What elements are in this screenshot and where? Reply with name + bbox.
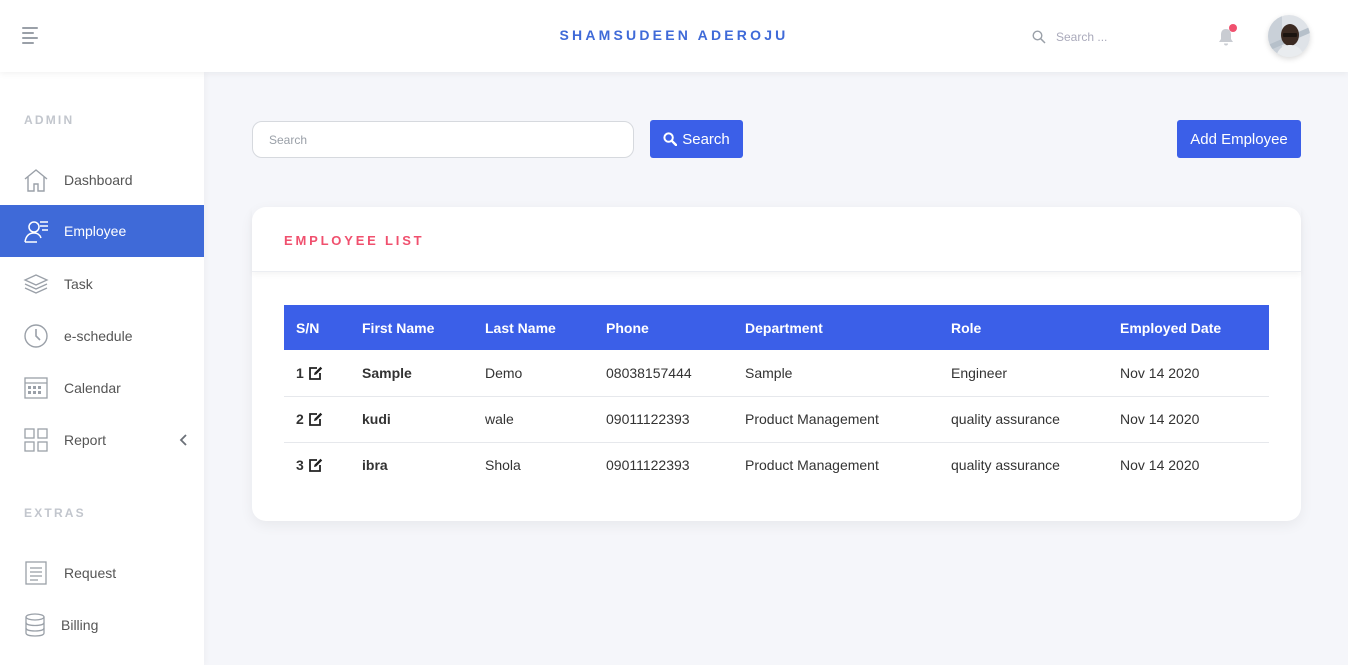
- add-employee-button[interactable]: Add Employee: [1177, 120, 1301, 158]
- department-cell: Product Management: [745, 457, 879, 474]
- chevron-left-icon[interactable]: [179, 434, 189, 446]
- sidebar-item-task[interactable]: Task: [0, 258, 204, 310]
- sidebar-item-request[interactable]: Request: [0, 547, 204, 599]
- column-header: Employed Date: [1120, 319, 1222, 336]
- column-header: S/N: [296, 319, 320, 336]
- serial-cell: 2: [284, 396, 350, 443]
- sidebar-item-label: Request: [64, 565, 117, 581]
- sidebar-item-dashboard[interactable]: Dashboard: [0, 154, 204, 206]
- clock-icon: [24, 324, 48, 348]
- employee-table: S/N First Name Last Name Phone Departmen…: [284, 305, 1269, 488]
- employee-icon: [24, 221, 48, 243]
- department-cell: Product Management: [733, 396, 939, 443]
- last-name-cell: Demo: [473, 350, 594, 397]
- first-name-cell: ibra: [362, 457, 388, 474]
- sidebar-item-billing[interactable]: Billing: [0, 599, 204, 651]
- last-name-cell: Shola: [485, 457, 521, 474]
- sidebar-item-label: Dashboard: [64, 172, 133, 188]
- employed-date-cell: Nov 14 2020: [1120, 457, 1200, 474]
- sidebar-item-label: Task: [64, 276, 93, 292]
- column-header: Phone: [606, 319, 649, 336]
- employed-date-cell: Nov 14 2020: [1108, 350, 1269, 397]
- sidebar-item-report[interactable]: Report: [0, 414, 204, 466]
- notification-dot: [1229, 24, 1237, 32]
- employed-date-cell: Nov 14 2020: [1108, 396, 1269, 443]
- layers-icon: [23, 274, 49, 294]
- sidebar-heading-extras: EXTRAS: [24, 506, 86, 520]
- edit-icon[interactable]: [308, 412, 323, 426]
- card-header: EMPLOYEE LIST: [252, 207, 1301, 272]
- serial-number: 2: [296, 411, 304, 427]
- avatar[interactable]: [1268, 15, 1310, 57]
- phone-cell: 09011122393: [594, 396, 733, 443]
- sidebar-item-calendar[interactable]: Calendar: [0, 362, 204, 414]
- phone-cell: 09011122393: [606, 457, 690, 474]
- first-name-cell: kudi: [350, 396, 473, 443]
- last-name-cell: wale: [473, 396, 594, 443]
- sidebar-item-label: Employee: [64, 223, 127, 239]
- column-header: Role: [951, 319, 982, 336]
- role-cell: quality assurance: [939, 396, 1108, 443]
- sidebar-item-label: Calendar: [64, 380, 121, 396]
- header-search[interactable]: [1032, 26, 1162, 48]
- search-button[interactable]: Search: [650, 120, 743, 158]
- serial-number: 1: [296, 364, 304, 381]
- table-row: 1 Sample Demo 08038157444 Sample Enginee…: [284, 350, 1269, 397]
- sidebar: ADMIN Dashboard Employee Task e-schedule…: [0, 72, 204, 665]
- calendar-icon: [24, 377, 48, 399]
- sidebar-item-label: e-schedule: [64, 328, 133, 344]
- sidebar-item-label: Billing: [61, 617, 99, 633]
- search-icon: [1032, 30, 1046, 44]
- database-icon: [25, 613, 45, 637]
- column-header: Department: [745, 319, 823, 336]
- serial-cell: 1: [284, 350, 350, 397]
- column-header: Last Name: [485, 319, 556, 336]
- phone-cell: 08038157444: [594, 350, 733, 397]
- table-row: 2 kudi wale 09011122393 Product Manageme…: [284, 396, 1269, 443]
- role-cell: quality assurance: [951, 457, 1060, 474]
- grid-icon: [24, 428, 48, 452]
- sidebar-item-e-schedule[interactable]: e-schedule: [0, 310, 204, 362]
- edit-icon[interactable]: [308, 366, 323, 380]
- home-icon: [24, 169, 48, 192]
- first-name-cell: Sample: [350, 350, 473, 397]
- serial-cell: 3: [284, 442, 350, 488]
- department-cell: Sample: [733, 350, 939, 397]
- column-header: First Name: [362, 319, 435, 336]
- employee-list-card: EMPLOYEE LIST S/N First Name Last Name P…: [252, 207, 1301, 521]
- table-header-row: S/N First Name Last Name Phone Departmen…: [284, 305, 1269, 350]
- employee-search-input[interactable]: [252, 121, 634, 158]
- search-icon: [663, 132, 678, 146]
- header-search-input[interactable]: [1056, 30, 1156, 44]
- serial-number: 3: [296, 457, 304, 474]
- top-bar: SHAMSUDEEN ADEROJU: [0, 0, 1348, 72]
- edit-icon[interactable]: [308, 458, 323, 473]
- table-row: 3 ibra Shola 09011122393 Product Managem…: [284, 442, 1269, 488]
- sidebar-item-label: Report: [64, 432, 107, 448]
- card-title: EMPLOYEE LIST: [284, 233, 425, 248]
- document-icon: [25, 561, 47, 585]
- sidebar-heading-admin: ADMIN: [24, 113, 75, 127]
- role-cell: Engineer: [939, 350, 1108, 397]
- search-button-label: Search: [682, 130, 730, 148]
- sidebar-item-employee[interactable]: Employee: [0, 205, 204, 257]
